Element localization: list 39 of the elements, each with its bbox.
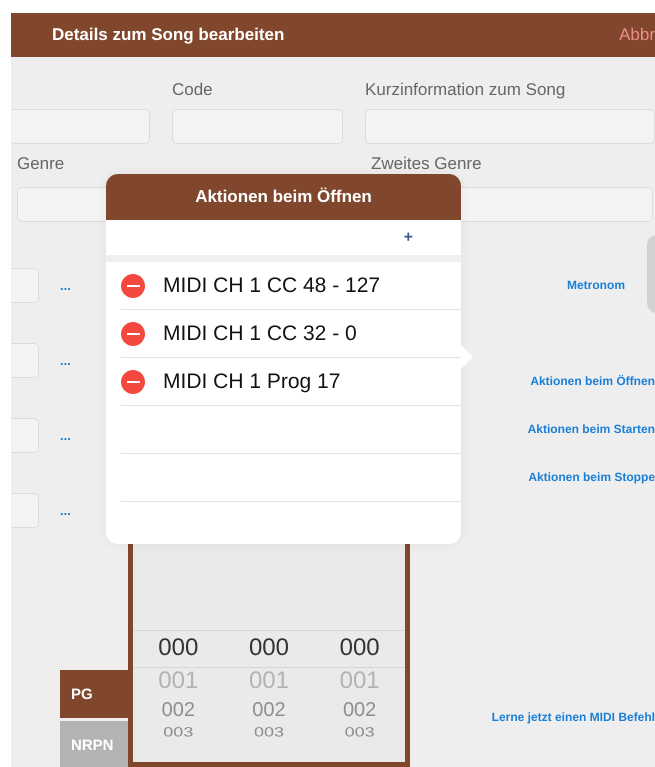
field-label: Zweites Genre [371,154,483,174]
text-field[interactable] [11,109,150,144]
side-link[interactable]: Aktionen beim Stoppe [528,470,655,485]
more-link[interactable]: ... [60,428,71,443]
learn-midi-link[interactable]: Lerne jetzt einen MIDI Befehl [492,710,655,725]
mode-tab[interactable]: PG [60,670,128,718]
picker-value: 002 [252,698,286,723]
text-field[interactable] [11,268,39,303]
field-label: Code [172,80,214,100]
remove-icon[interactable] [121,370,145,394]
side-link[interactable]: Aktionen beim Starten [528,422,655,437]
text-field[interactable] [11,493,39,528]
screen-title: Details zum Song bearbeiten [52,25,284,45]
picker-value: 000 [248,633,289,663]
popover-title: Aktionen beim Öffnen [195,187,372,207]
field-label: Kurzinformation zum Song [365,80,566,100]
remove-icon[interactable] [121,322,145,346]
action-label: MIDI CH 1 Prog 17 [163,370,340,394]
more-link[interactable]: ... [60,353,71,368]
action-label: MIDI CH 1 CC 32 - 0 [163,322,357,346]
picker-value: 000 [340,633,380,663]
side-link[interactable]: Aktionen beim Öffnen [530,374,655,389]
picker-value: 003 [254,726,284,739]
cancel-link[interactable]: Abbr [619,25,655,45]
mode-tab[interactable]: NRPN [60,721,128,767]
picker-value: 002 [342,698,376,723]
add-button[interactable]: + [400,228,416,246]
picker-value: 003 [344,726,375,739]
text-field[interactable] [11,418,39,453]
text-field[interactable] [11,343,39,378]
more-link[interactable]: ... [60,503,71,518]
picker-value: 000 [158,633,198,663]
remove-icon[interactable] [121,274,145,298]
more-link[interactable]: ... [60,278,71,293]
picker-value: 002 [162,698,195,723]
picker-value: 003 [163,726,194,739]
field-label: Genre [17,154,66,174]
action-label: MIDI CH 1 CC 48 - 127 [163,274,380,298]
side-link[interactable]: Metronom [567,278,625,293]
